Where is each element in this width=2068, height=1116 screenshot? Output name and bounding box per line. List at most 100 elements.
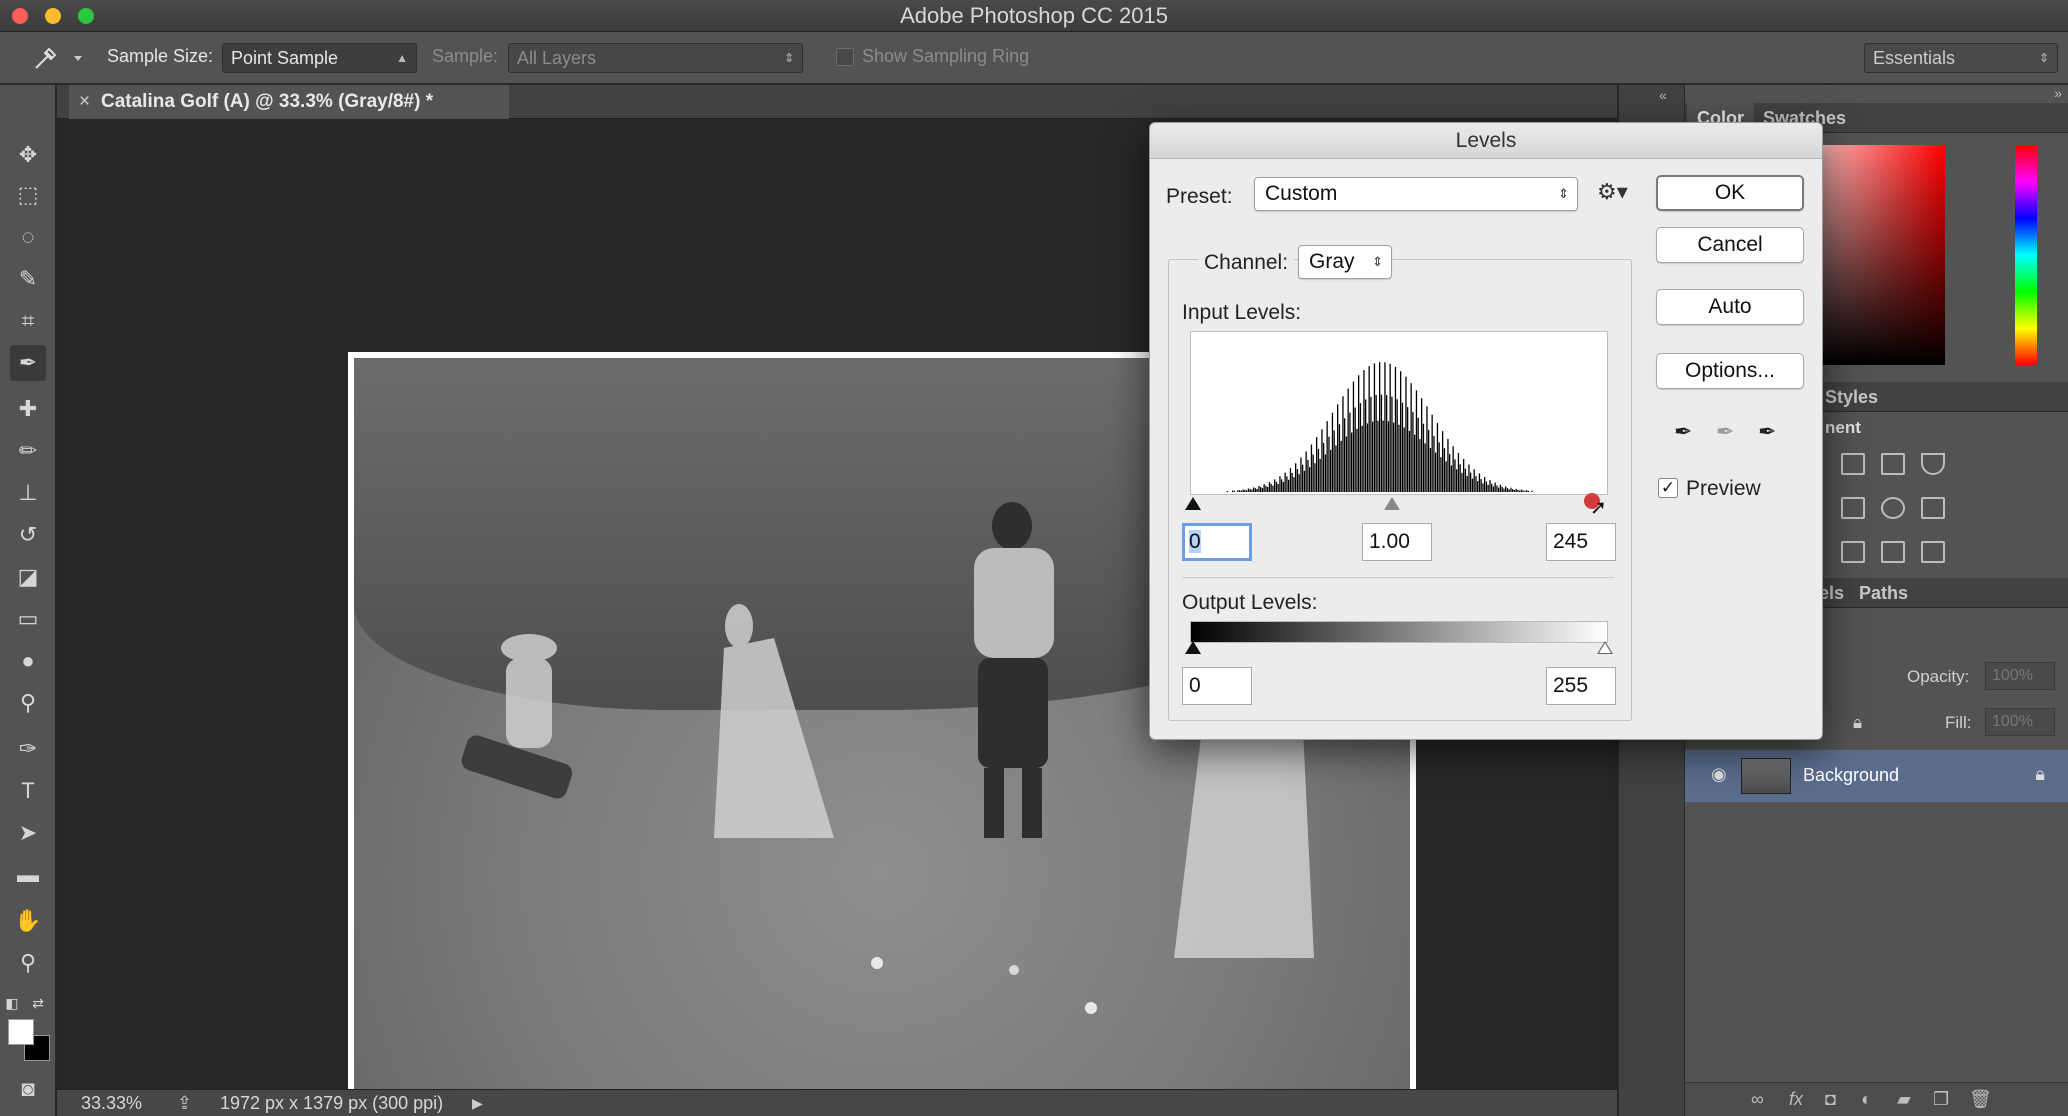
histogram-bar bbox=[1379, 362, 1381, 492]
histogram-bar bbox=[1293, 477, 1295, 492]
share-icon[interactable]: ⇪ bbox=[177, 1090, 192, 1116]
crop-tool-icon[interactable]: ⌗ bbox=[10, 303, 46, 339]
lasso-tool-icon[interactable]: ◌ bbox=[10, 219, 46, 255]
show-sampling-ring-checkbox[interactable] bbox=[836, 48, 854, 66]
link-layers-icon[interactable]: ∞ bbox=[1751, 1089, 1764, 1110]
delete-layer-icon[interactable]: 🗑︎ bbox=[1969, 1089, 1992, 1110]
workspace-select[interactable]: Essentials ⇕ bbox=[1864, 43, 2058, 73]
histogram-bar bbox=[1459, 464, 1461, 492]
auto-button[interactable]: Auto bbox=[1656, 289, 1804, 325]
hue-slider[interactable] bbox=[2015, 145, 2037, 365]
vibrance-adjustment-icon[interactable] bbox=[1921, 453, 1945, 475]
histogram-bar bbox=[1309, 467, 1311, 492]
eyedropper-tool-icon[interactable]: ✒ bbox=[10, 345, 46, 381]
opacity-field[interactable]: 100% bbox=[1985, 662, 2055, 690]
hand-tool-icon[interactable]: ✋ bbox=[10, 903, 46, 939]
add-mask-icon[interactable]: ◘ bbox=[1825, 1089, 1836, 1110]
histogram-bar bbox=[1373, 363, 1376, 492]
tab-paths[interactable]: Paths bbox=[1859, 578, 1908, 608]
input-white-field[interactable]: 245 bbox=[1546, 523, 1616, 561]
gradient-tool-icon[interactable]: ▭ bbox=[10, 601, 46, 637]
layer-background[interactable]: ◉ Background 🔒︎ bbox=[1685, 750, 2068, 802]
foreground-color-swatch[interactable] bbox=[8, 1019, 34, 1045]
histogram-bar bbox=[1335, 445, 1337, 492]
dodge-tool-icon[interactable]: ⚲ bbox=[10, 685, 46, 721]
fill-field[interactable]: 100% bbox=[1985, 708, 2055, 736]
output-white-field[interactable]: 255 bbox=[1546, 667, 1616, 705]
threshold-adjustment-icon[interactable] bbox=[1841, 541, 1865, 563]
output-black-field[interactable]: 0 bbox=[1182, 667, 1252, 705]
cancel-button[interactable]: Cancel bbox=[1656, 227, 1804, 263]
histogram-bar bbox=[1312, 454, 1314, 492]
quick-selection-tool-icon[interactable]: ✎ bbox=[10, 261, 46, 297]
new-group-icon[interactable]: ▰ bbox=[1897, 1089, 1911, 1110]
histogram-bar bbox=[1375, 395, 1377, 492]
levels-dialog-title: Levels bbox=[1150, 123, 1822, 159]
histogram-bar bbox=[1310, 444, 1313, 492]
new-adjustment-layer-icon[interactable]: ◐ bbox=[1861, 1089, 1872, 1110]
output-black-slider[interactable] bbox=[1185, 641, 1201, 654]
output-white-slider[interactable] bbox=[1597, 641, 1613, 654]
input-black-point-slider[interactable] bbox=[1185, 497, 1201, 510]
marquee-tool-icon[interactable]: ⬚ bbox=[10, 177, 46, 213]
white-eyedropper-icon[interactable]: ✒ bbox=[1758, 419, 1776, 445]
selective-color-adjustment-icon[interactable] bbox=[1881, 541, 1905, 563]
preset-select[interactable]: Custom ⇕ bbox=[1254, 177, 1578, 211]
histogram-bar bbox=[1274, 479, 1276, 492]
ok-button[interactable]: OK bbox=[1656, 175, 1804, 211]
blur-tool-icon[interactable]: ● bbox=[10, 643, 46, 679]
photo-filter-adjustment-icon[interactable] bbox=[1881, 497, 1905, 519]
select-arrows-icon: ⇕ bbox=[2038, 51, 2049, 65]
channel-select[interactable]: Gray ⇕ bbox=[1298, 245, 1392, 279]
levels-adjustment-icon[interactable] bbox=[1841, 453, 1865, 475]
sample-size-select[interactable]: Point Sample ▲ bbox=[222, 43, 417, 73]
options-button[interactable]: Options... bbox=[1656, 353, 1804, 389]
rectangle-tool-icon[interactable]: ▬ bbox=[10, 857, 46, 893]
document-tab[interactable]: × Catalina Golf (A) @ 33.3% (Gray/8#) * bbox=[69, 85, 509, 119]
input-black-field[interactable]: 0 bbox=[1182, 523, 1252, 561]
expand-panels-icon[interactable]: » bbox=[2054, 85, 2062, 101]
color-lookup-adjustment-icon[interactable] bbox=[1921, 497, 1945, 519]
color-balance-adjustment-icon[interactable] bbox=[1841, 497, 1865, 519]
input-gamma-field[interactable]: 1.00 bbox=[1362, 523, 1432, 561]
preset-options-gear-icon[interactable]: ⚙▾ bbox=[1597, 179, 1628, 205]
eraser-tool-icon[interactable]: ◪ bbox=[10, 559, 46, 595]
input-gamma-slider[interactable] bbox=[1384, 497, 1400, 510]
healing-brush-tool-icon[interactable]: ✚ bbox=[10, 391, 46, 427]
tab-styles[interactable]: Styles bbox=[1825, 382, 1878, 412]
histogram-bar bbox=[1424, 443, 1426, 492]
close-tab-icon[interactable]: × bbox=[79, 85, 90, 119]
fx-icon[interactable]: fx bbox=[1789, 1089, 1803, 1110]
eyedropper-tool-preset-icon[interactable] bbox=[30, 44, 86, 72]
pen-tool-icon[interactable]: ✑ bbox=[10, 731, 46, 767]
status-menu-arrow-icon[interactable]: ▶ bbox=[472, 1090, 483, 1116]
path-selection-tool-icon[interactable]: ➤ bbox=[10, 815, 46, 851]
history-brush-tool-icon[interactable]: ↺ bbox=[10, 517, 46, 553]
histogram-bar bbox=[1342, 396, 1344, 492]
zoom-level[interactable]: 33.33% bbox=[81, 1090, 142, 1116]
gray-eyedropper-icon[interactable]: ✒ bbox=[1716, 419, 1734, 445]
brush-tool-icon[interactable]: ✏ bbox=[10, 433, 46, 469]
curves-adjustment-icon[interactable] bbox=[1881, 453, 1905, 475]
histogram-bar bbox=[1524, 490, 1526, 492]
collapse-panels-icon[interactable]: « bbox=[1659, 87, 1667, 103]
type-tool-icon[interactable]: T bbox=[10, 773, 46, 809]
layer-lock-icon[interactable]: 🔒︎ bbox=[2035, 764, 2045, 785]
visibility-eye-icon[interactable]: ◉ bbox=[1711, 764, 1727, 785]
histogram-bar bbox=[1447, 438, 1449, 492]
document-info: 1972 px x 1379 px (300 ppi) bbox=[220, 1093, 444, 1113]
move-tool-icon[interactable]: ✥ bbox=[10, 137, 46, 173]
gradient-map-adjustment-icon[interactable] bbox=[1921, 541, 1945, 563]
quick-mask-icon[interactable]: ◙ bbox=[10, 1071, 46, 1107]
histogram-bar bbox=[1233, 490, 1236, 492]
sample-select[interactable]: All Layers ⇕ bbox=[508, 43, 803, 73]
histogram-bar bbox=[1302, 464, 1304, 492]
lock-icon[interactable]: 🔒︎ bbox=[1853, 713, 1862, 733]
default-colors-icon[interactable]: ◧ bbox=[2, 985, 22, 1021]
new-layer-icon[interactable]: ❐ bbox=[1933, 1089, 1949, 1110]
preview-checkbox[interactable]: ✓ bbox=[1658, 478, 1678, 498]
black-eyedropper-icon[interactable]: ✒ bbox=[1674, 419, 1692, 445]
zoom-tool-icon[interactable]: ⚲ bbox=[10, 945, 46, 981]
swap-colors-icon[interactable]: ⇄ bbox=[28, 985, 48, 1021]
clone-stamp-tool-icon[interactable]: ⊥ bbox=[10, 475, 46, 511]
